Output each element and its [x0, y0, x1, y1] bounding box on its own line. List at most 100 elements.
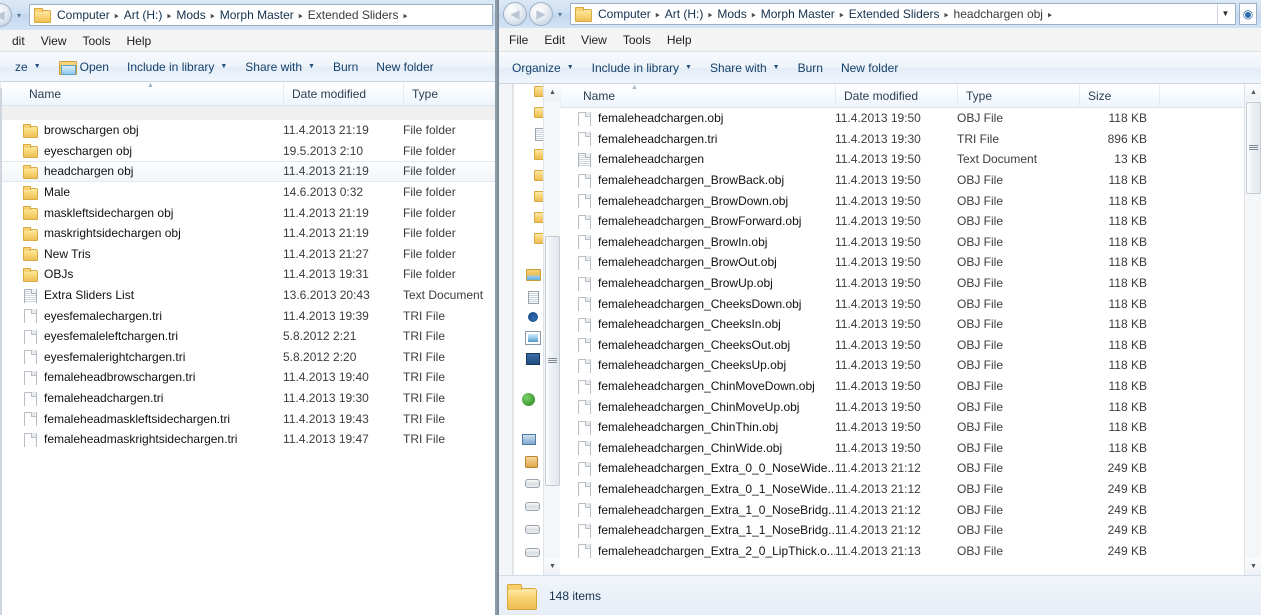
table-row[interactable]: femaleheadchargen_BrowUp.obj 11.4.2013 19…	[560, 273, 1244, 294]
table-row[interactable]: femaleheadchargen_ChinWide.obj 11.4.2013 …	[560, 438, 1244, 459]
breadcrumb-item-left-0[interactable]: Computer	[53, 7, 114, 23]
column-header-date[interactable]: Date modified	[835, 83, 957, 108]
breadcrumb-separator-icon[interactable]: ▸	[114, 10, 120, 20]
toolbar-button-include-in-library[interactable]: Include in library ▼	[583, 58, 701, 78]
nav-buttons-left[interactable]: ◀	[0, 3, 12, 27]
table-row[interactable]: femaleheadchargen_CheeksOut.obj 11.4.2013…	[560, 335, 1244, 356]
menu-item-dit[interactable]: dit	[4, 32, 33, 50]
breadcrumb-item-right-0[interactable]: Computer	[594, 6, 655, 22]
table-row[interactable]: femaleheadchargen_CheeksUp.obj 11.4.2013 …	[560, 355, 1244, 376]
breadcrumb-left[interactable]: Computer ▸ Art (H:) ▸ Mods ▸ Morph Master ▸ Exte…	[53, 7, 409, 23]
table-row[interactable]: femaleheadchargen.tri 11.4.2013 19:30 TRI …	[560, 129, 1244, 150]
table-row[interactable]: Male 14.6.2013 0:32 File folder	[0, 182, 497, 203]
explorer-window-left[interactable]: ◀ ▾ Computer▸Art (H:)▸Mods▸Morph Master▸…	[0, 0, 497, 615]
file-list-right[interactable]: femaleheadchargen.obj 11.4.2013 19:50 OBJ …	[560, 108, 1244, 575]
scroll-up-button[interactable]: ▲	[1245, 84, 1261, 101]
column-header-type[interactable]: Type	[403, 81, 497, 106]
toolbar-button-new-folder[interactable]: New folder	[367, 57, 442, 77]
chevron-down-icon[interactable]: ▼	[1217, 4, 1233, 24]
drive-icon[interactable]	[525, 502, 540, 511]
toolbar-button-organize[interactable]: Organize ▼	[503, 58, 583, 78]
user-folder-icon[interactable]	[525, 456, 538, 468]
table-row[interactable]: femaleheadchargen.tri 11.4.2013 19:30 TRI …	[0, 388, 497, 409]
table-row[interactable]: femaleheadchargen_BrowBack.obj 11.4.2013 …	[560, 170, 1244, 191]
column-header-size[interactable]: Size	[1079, 83, 1159, 108]
address-bar-right[interactable]: ◀ ▶ ▾ Computer ▸ Art (H:) ▸ Mods ▸ Morph Maste…	[497, 0, 1261, 28]
homegroup-icon[interactable]	[522, 393, 535, 406]
table-row[interactable]: femaleheadchargen.obj 11.4.2013 19:50 OBJ …	[560, 108, 1244, 129]
file-list-left[interactable]: browschargen obj 11.4.2013 21:19 File fold…	[0, 120, 497, 615]
menu-bar-left[interactable]: dit View Tools Help	[0, 30, 497, 52]
toolbar-right[interactable]: Organize ▼ Include in library ▼ Share with ▼ B…	[497, 52, 1261, 84]
table-row[interactable]: femaleheadchargen_BrowDown.obj 11.4.2013 …	[560, 190, 1244, 211]
breadcrumb-separator-icon[interactable]: ▸	[707, 9, 713, 19]
history-dropdown-left[interactable]: ▾	[12, 11, 26, 20]
navigation-pane-scrollbar[interactable]: ▲ ▼	[543, 84, 561, 575]
table-row[interactable]: eyesfemalerightchargen.tri 5.8.2012 2:20 T…	[0, 347, 497, 368]
toolbar-left[interactable]: ze ▼ Open Include in library ▼ Share with ▼ Bur…	[0, 52, 497, 82]
menu-item-help[interactable]: Help	[659, 31, 700, 49]
breadcrumb-separator-icon[interactable]: ▸	[403, 10, 409, 20]
breadcrumb-item-left-1[interactable]: Art (H:)	[120, 7, 167, 23]
file-list-scrollbar[interactable]: ▲ ▼	[1244, 84, 1261, 575]
column-header-date[interactable]: Date modified	[283, 81, 403, 106]
breadcrumb-item-left-4[interactable]: Extended Sliders	[304, 7, 403, 23]
table-row[interactable]: femaleheadchargen_BrowForward.obj 11.4.20…	[560, 211, 1244, 232]
table-row[interactable]: femaleheadchargen_Extra_0_0_NoseWide... 1…	[560, 458, 1244, 479]
table-row[interactable]: eyesfemalechargen.tri 11.4.2013 19:39 TRI …	[0, 305, 497, 326]
breadcrumb-item-right-5[interactable]: headchargen obj	[950, 6, 1047, 22]
scrollbar-thumb[interactable]	[545, 236, 560, 486]
drive-icon[interactable]	[525, 548, 540, 557]
table-row[interactable]: browschargen obj 11.4.2013 21:19 File fold…	[0, 120, 497, 141]
table-row[interactable]: femaleheadbrowschargen.tri 11.4.2013 19:4…	[0, 367, 497, 388]
breadcrumb-item-right-2[interactable]: Mods	[713, 6, 750, 22]
scroll-down-button[interactable]: ▼	[1245, 558, 1261, 575]
scroll-up-button[interactable]: ▲	[544, 84, 561, 101]
back-button-left[interactable]: ◀	[0, 3, 12, 27]
toolbar-button-share-with[interactable]: Share with ▼	[701, 58, 789, 78]
menu-item-file[interactable]: File	[501, 31, 536, 49]
scrollbar-thumb[interactable]	[1246, 102, 1261, 194]
breadcrumb-separator-icon[interactable]: ▸	[166, 10, 172, 20]
toolbar-button-burn[interactable]: Burn	[324, 57, 367, 77]
breadcrumb-separator-icon[interactable]: ▸	[1047, 9, 1053, 19]
table-row[interactable]: femaleheadchargen_CheeksDown.obj 11.4.201…	[560, 293, 1244, 314]
menu-item-view[interactable]: View	[573, 31, 615, 49]
documents-library-icon[interactable]	[528, 291, 539, 304]
scroll-down-button[interactable]: ▼	[544, 558, 561, 575]
table-row[interactable]: femaleheadchargen_ChinMoveDown.obj 11.4.2…	[560, 376, 1244, 397]
column-header-type[interactable]: Type	[957, 83, 1079, 108]
menu-item-edit[interactable]: Edit	[536, 31, 573, 49]
computer-icon[interactable]	[522, 434, 536, 445]
breadcrumb-separator-icon[interactable]: ▸	[751, 9, 757, 19]
back-button-right[interactable]: ◀	[503, 2, 527, 26]
column-header-name[interactable]: Name	[0, 81, 283, 106]
music-library-icon[interactable]	[528, 312, 538, 322]
menu-item-help[interactable]: Help	[119, 32, 160, 50]
breadcrumb-item-right-3[interactable]: Morph Master	[757, 6, 839, 22]
table-row[interactable]: femaleheadchargen_Extra_1_1_NoseBridg...…	[560, 520, 1244, 541]
nav-buttons-right[interactable]: ◀ ▶	[501, 2, 553, 26]
table-row[interactable]: maskleftsidechargen obj 11.4.2013 21:19 Fi…	[0, 202, 497, 223]
table-row[interactable]: femaleheadchargen_CheeksIn.obj 11.4.2013 …	[560, 314, 1244, 335]
menu-bar-right[interactable]: File Edit View Tools Help	[497, 28, 1261, 52]
breadcrumb-item-left-2[interactable]: Mods	[172, 7, 209, 23]
drive-icon[interactable]	[525, 479, 540, 488]
pictures-library-icon[interactable]	[525, 331, 541, 345]
table-row[interactable]: femaleheadmaskrightsidechargen.tri 11.4.2…	[0, 429, 497, 450]
explorer-window-right[interactable]: ◀ ▶ ▾ Computer ▸ Art (H:) ▸ Mods ▸ Morph Maste…	[497, 0, 1261, 615]
forward-button-right[interactable]: ▶	[529, 2, 553, 26]
search-input[interactable]: ◉	[1239, 3, 1257, 25]
libraries-icon[interactable]	[526, 269, 541, 281]
toolbar-button-ze[interactable]: ze ▼	[6, 57, 50, 77]
column-headers-left[interactable]: ▲ Name Date modified Type	[0, 81, 497, 106]
address-field-right[interactable]: Computer ▸ Art (H:) ▸ Mods ▸ Morph Master ▸ Exte…	[570, 3, 1236, 25]
table-row[interactable]: headchargen obj 11.4.2013 21:19 File folde…	[0, 161, 497, 182]
column-header-name[interactable]: Name	[560, 83, 835, 108]
breadcrumb-separator-icon[interactable]: ▸	[839, 9, 845, 19]
toolbar-button-open[interactable]: Open	[50, 57, 118, 77]
breadcrumb-right[interactable]: Computer ▸ Art (H:) ▸ Mods ▸ Morph Master ▸ Exte…	[594, 6, 1053, 22]
address-bar-left[interactable]: ◀ ▾ Computer▸Art (H:)▸Mods▸Morph Master▸…	[0, 0, 497, 30]
menu-item-view[interactable]: View	[33, 32, 75, 50]
table-row[interactable]: femaleheadchargen_Extra_1_0_NoseBridg...…	[560, 499, 1244, 520]
